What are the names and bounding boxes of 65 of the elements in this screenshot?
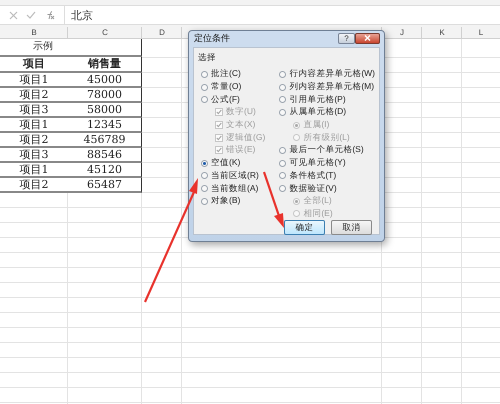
table-cell: 45000 [68,73,142,88]
radio-label[interactable]: 当前数组(A) [211,182,258,195]
radio-label[interactable]: 列内容差异单元格(M) [289,81,374,94]
radio-button[interactable] [279,84,286,91]
table-cell: 项目3 [0,148,68,163]
dialog-title: 定位条件 [194,32,231,44]
cancel-icon[interactable] [8,10,18,20]
radio-label[interactable]: 对象(B) [211,195,240,208]
cancel-button[interactable]: 取消 [331,220,372,236]
radio-button[interactable] [279,108,286,116]
radio-button[interactable] [201,84,208,91]
radio-button[interactable] [201,96,208,104]
table-cell: 45120 [68,163,142,178]
radio-label[interactable]: 数据验证(V) [289,182,337,195]
table-cell: 项目2 [0,178,68,193]
table-cell: 项目2 [0,88,68,103]
radio-button[interactable] [201,160,208,167]
table-title: 示例 [0,39,68,57]
radio-button[interactable] [279,70,286,78]
column-heading: 项目 [0,57,68,73]
table-cell: 88546 [68,148,142,163]
radio-label[interactable]: 引用单元格(P) [289,94,346,106]
table-cell: 58000 [68,103,142,118]
help-button[interactable]: ? [338,32,355,44]
column-header[interactable]: J [382,27,422,38]
table-cell: 项目3 [0,103,68,118]
table-cell: 456789 [68,133,142,148]
radio-button[interactable] [201,198,208,205]
table-cell: 项目2 [0,133,68,148]
radio-button[interactable] [201,172,208,180]
radio-label[interactable]: 公式(F) [211,94,240,106]
column-header[interactable]: C [68,27,142,38]
column-header[interactable]: L [462,27,500,38]
table-cell: 项目1 [0,163,68,178]
radio-label[interactable]: 行内容差异单元格(W) [289,68,375,80]
radio-label[interactable]: 从属单元格(D) [289,106,346,118]
close-icon[interactable] [364,35,371,41]
group-label: 选择 [198,52,217,64]
column-header[interactable]: D [142,27,182,38]
radio-button[interactable] [279,160,286,167]
annotation-arrow [262,172,284,228]
radio-button[interactable] [201,185,208,192]
column-header[interactable]: K [422,27,462,38]
radio-label[interactable]: 批注(C) [211,68,241,80]
radio-label[interactable]: 当前区域(R) [211,170,259,182]
radio-button[interactable] [279,146,286,154]
radio-label[interactable]: 条件格式(T) [289,170,336,182]
table-cell: 78000 [68,88,142,103]
ok-button[interactable]: 确定 [284,220,325,236]
column-header[interactable]: B [0,27,68,38]
table-cell: 12345 [68,118,142,133]
radio-button[interactable] [279,172,286,180]
table-cell: 项目1 [0,118,68,133]
radio-label[interactable]: 空值(K) [211,157,240,170]
column-heading: 销售量 [68,57,142,73]
table-cell: 65487 [68,178,142,193]
radio-label[interactable]: 最后一个单元格(S) [289,144,364,156]
radio-button[interactable] [279,96,286,104]
radio-label[interactable]: 常量(O) [211,81,242,94]
check-icon[interactable] [26,11,36,19]
close-button[interactable] [355,32,380,44]
radio-button[interactable] [279,185,286,192]
radio-button[interactable] [201,70,208,78]
table-cell: 项目1 [0,73,68,88]
radio-label[interactable]: 可见单元格(Y) [289,157,346,170]
